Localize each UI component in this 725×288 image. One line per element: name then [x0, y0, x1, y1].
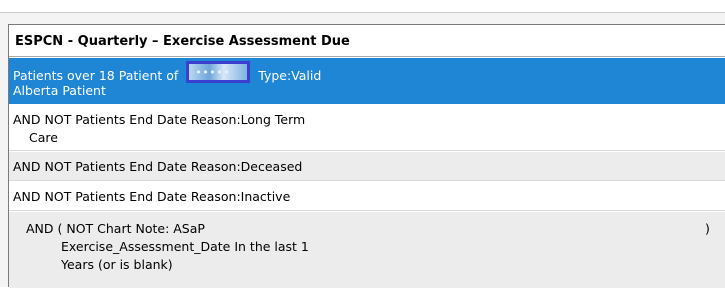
row-text-line2: Exercise_Assessment_Date In the last 1	[61, 239, 309, 254]
row-text-line2: Care	[29, 130, 58, 145]
row-text-line1: AND NOT Patients End Date Reason:Decease…	[13, 159, 303, 174]
row-text-line1: AND NOT Patients End Date Reason:Inactiv…	[13, 189, 291, 204]
criteria-row-inactive[interactable]: AND NOT Patients End Date Reason:Inactiv…	[9, 182, 725, 211]
criteria-title: ESPCN - Quarterly – Exercise Assessment …	[15, 34, 350, 49]
window-frame: ESPCN - Quarterly – Exercise Assessment …	[0, 0, 725, 288]
top-strip	[0, 0, 725, 13]
criteria-row-patients-over-18[interactable]: Patients over 18 Patient of ••••• Type:V…	[9, 58, 725, 104]
closing-parenthesis: )	[705, 221, 710, 236]
row-text-line3: Years (or is blank)	[61, 257, 173, 272]
criteria-header: ESPCN - Quarterly – Exercise Assessment …	[9, 25, 725, 57]
row-text-line1-after: Type:Valid	[258, 68, 322, 83]
criteria-row-long-term-care[interactable]: AND NOT Patients End Date Reason:Long Te…	[9, 105, 725, 151]
criteria-panel: ESPCN - Quarterly – Exercise Assessment …	[8, 24, 725, 288]
row-text-line1-before: Patients over 18 Patient of	[13, 68, 179, 83]
row-text-line2: Alberta Patient	[13, 83, 106, 98]
criteria-row-deceased[interactable]: AND NOT Patients End Date Reason:Decease…	[9, 152, 725, 181]
row-text-line1: AND ( NOT Chart Note: ASaP	[26, 221, 205, 236]
criteria-row-exercise-assessment[interactable]: AND ( NOT Chart Note: ASaP ) Exercise_As…	[9, 212, 725, 288]
redacted-text: •••••	[195, 66, 231, 79]
row-text-line1: AND NOT Patients End Date Reason:Long Te…	[13, 112, 306, 127]
redacted-provider-name: •••••	[186, 61, 251, 83]
